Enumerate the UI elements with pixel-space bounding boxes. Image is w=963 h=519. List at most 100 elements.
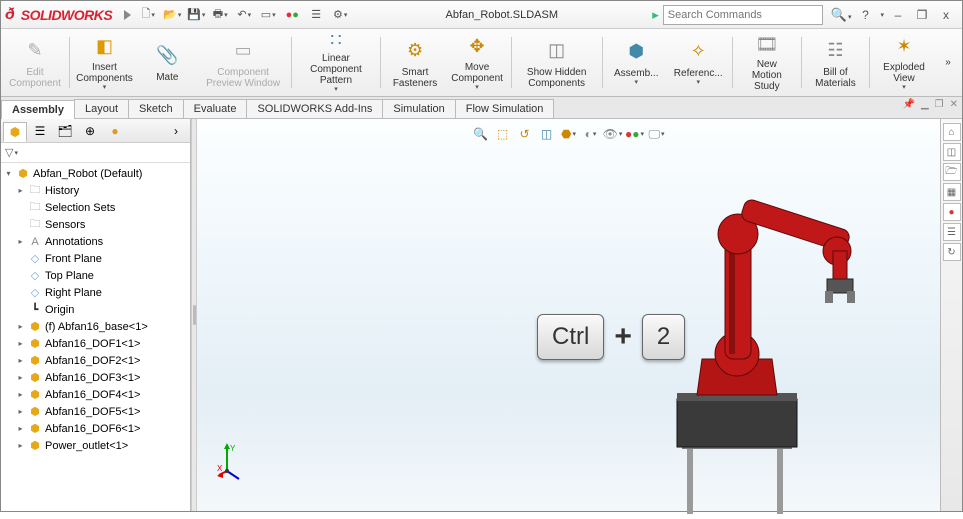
expand-icon[interactable] bbox=[15, 270, 26, 281]
doc-close-icon[interactable]: ✕ bbox=[950, 99, 958, 110]
expand-icon[interactable] bbox=[15, 219, 26, 230]
tree-item[interactable]: 🗀Selection Sets bbox=[1, 199, 190, 216]
component-preview-button[interactable]: ▭ Component Preview Window bbox=[199, 31, 287, 94]
expand-icon[interactable]: ▸ bbox=[15, 389, 26, 400]
panel-expand-icon[interactable]: › bbox=[164, 121, 188, 141]
save-button[interactable]: 💾▾ bbox=[185, 5, 207, 25]
search-toggle-icon[interactable]: ▸ bbox=[652, 7, 659, 23]
tree-item[interactable]: ▸AAnnotations bbox=[1, 233, 190, 250]
section-view-icon[interactable]: ◫ bbox=[538, 125, 556, 143]
display-style-icon[interactable]: ◐▾ bbox=[582, 125, 600, 143]
tab-sketch[interactable]: Sketch bbox=[128, 99, 184, 118]
expand-icon[interactable] bbox=[15, 253, 26, 264]
hide-show-icon[interactable]: 👁▾ bbox=[604, 125, 622, 143]
print-button[interactable]: 🖶▾ bbox=[209, 5, 231, 25]
tp-appearances-icon[interactable]: ● bbox=[943, 203, 961, 221]
minimize-button[interactable]: – bbox=[888, 8, 908, 22]
help-button[interactable]: ? bbox=[855, 8, 875, 22]
zoom-area-icon[interactable]: ⬚ bbox=[494, 125, 512, 143]
tree-item[interactable]: ◇Front Plane bbox=[1, 250, 190, 267]
tab-layout[interactable]: Layout bbox=[74, 99, 129, 118]
new-doc-button[interactable]: 🗋▾ bbox=[137, 5, 159, 25]
tree-root[interactable]: ▾ ⬢ Abfan_Robot (Default) bbox=[1, 165, 190, 182]
apply-scene-icon[interactable]: 🖵▾ bbox=[648, 125, 666, 143]
assembly-features-button[interactable]: ⬢ Assemb...▾ bbox=[606, 31, 666, 94]
show-hidden-button[interactable]: ◫ Show Hidden Components bbox=[516, 31, 598, 94]
tab-flow-simulation[interactable]: Flow Simulation bbox=[455, 99, 555, 118]
edit-component-button[interactable]: ✎ Edit Component bbox=[5, 31, 65, 94]
view-orientation-icon[interactable]: ⬣▾ bbox=[560, 125, 578, 143]
tp-custom-props-icon[interactable]: ☰ bbox=[943, 223, 961, 241]
new-motion-study-button[interactable]: 🎞 New Motion Study bbox=[737, 31, 797, 94]
expand-icon[interactable]: ▸ bbox=[15, 440, 26, 451]
tree-item[interactable]: ▸⬢(f) Abfan16_base<1> bbox=[1, 318, 190, 335]
tp-library-icon[interactable]: 🗁 bbox=[943, 163, 961, 181]
tree-filter-bar[interactable]: ▽▾ bbox=[1, 143, 190, 163]
ribbon-overflow-icon[interactable]: » bbox=[938, 31, 958, 94]
tree-item[interactable]: ┗Origin bbox=[1, 301, 190, 318]
previous-view-icon[interactable]: ↺ bbox=[516, 125, 534, 143]
tp-home-icon[interactable]: ⌂ bbox=[943, 123, 961, 141]
select-button[interactable]: ▭▾ bbox=[257, 5, 279, 25]
tree-item[interactable]: ▸⬢Abfan16_DOF5<1> bbox=[1, 403, 190, 420]
tree-item[interactable]: ▸⬢Abfan16_DOF2<1> bbox=[1, 352, 190, 369]
smart-fasteners-button[interactable]: ⚙ Smart Fasteners bbox=[385, 31, 445, 94]
mate-button[interactable]: 📎 Mate bbox=[137, 31, 197, 94]
expand-icon[interactable] bbox=[15, 202, 26, 213]
expand-icon[interactable] bbox=[15, 287, 26, 298]
open-doc-button[interactable]: 📂▾ bbox=[161, 5, 183, 25]
tree-item[interactable]: ▸⬢Abfan16_DOF3<1> bbox=[1, 369, 190, 386]
tab-evaluate[interactable]: Evaluate bbox=[183, 99, 248, 118]
restore-button[interactable]: ❐ bbox=[912, 8, 932, 22]
rebuild-button[interactable]: ●● bbox=[281, 5, 303, 25]
tab-addins[interactable]: SOLIDWORKS Add-Ins bbox=[246, 99, 383, 118]
move-component-button[interactable]: ✥ Move Component▾ bbox=[447, 31, 507, 94]
tp-resources-icon[interactable]: ◫ bbox=[943, 143, 961, 161]
tree-item[interactable]: ▸⬢Abfan16_DOF1<1> bbox=[1, 335, 190, 352]
reference-geometry-button[interactable]: ✧ Referenc...▾ bbox=[668, 31, 728, 94]
tree-item[interactable]: 🗀Sensors bbox=[1, 216, 190, 233]
edit-appearance-icon[interactable]: ●●▾ bbox=[626, 125, 644, 143]
collapse-icon[interactable]: ▾ bbox=[3, 168, 14, 179]
expand-icon[interactable]: ▸ bbox=[15, 321, 26, 332]
tree-item[interactable]: ▸🗀History bbox=[1, 182, 190, 199]
feature-manager-tab[interactable]: ⬢ bbox=[3, 122, 27, 142]
expand-icon[interactable]: ▸ bbox=[15, 236, 26, 247]
tp-forum-icon[interactable]: ↻ bbox=[943, 243, 961, 261]
tree-item[interactable]: ▸⬢Abfan16_DOF6<1> bbox=[1, 420, 190, 437]
search-commands-box[interactable] bbox=[663, 5, 823, 25]
exploded-view-button[interactable]: ✶ Exploded View▾ bbox=[874, 31, 934, 94]
doc-min-icon[interactable]: ▁ bbox=[921, 99, 929, 110]
expand-icon[interactable]: ▸ bbox=[15, 185, 26, 196]
pin-icon[interactable]: 📌 bbox=[902, 99, 914, 110]
options-button[interactable]: ☰ bbox=[305, 5, 327, 25]
search-input[interactable] bbox=[664, 9, 822, 21]
undo-button[interactable]: ↶▾ bbox=[233, 5, 255, 25]
dimxpert-manager-tab[interactable]: ⊕ bbox=[78, 121, 102, 141]
expand-icon[interactable]: ▸ bbox=[15, 338, 26, 349]
tp-view-palette-icon[interactable]: ▦ bbox=[943, 183, 961, 201]
configuration-manager-tab[interactable]: 🗂 bbox=[53, 121, 77, 141]
graphics-viewport[interactable]: 🔍 ⬚ ↺ ◫ ⬣▾ ◐▾ 👁▾ ●●▾ 🖵▾ bbox=[197, 119, 940, 511]
bom-button[interactable]: ☷ Bill of Materials bbox=[805, 31, 865, 94]
expand-icon[interactable]: ▸ bbox=[15, 372, 26, 383]
tree-item[interactable]: ◇Top Plane bbox=[1, 267, 190, 284]
property-manager-tab[interactable]: ☰ bbox=[28, 121, 52, 141]
tab-assembly[interactable]: Assembly bbox=[1, 100, 75, 119]
expand-icon[interactable]: ▸ bbox=[15, 406, 26, 417]
insert-components-button[interactable]: ◧ Insert Components▾ bbox=[74, 31, 136, 94]
flyout-icon[interactable] bbox=[124, 10, 131, 20]
settings-button[interactable]: ⚙▾ bbox=[329, 5, 351, 25]
expand-icon[interactable]: ▸ bbox=[15, 355, 26, 366]
feature-tree[interactable]: ▾ ⬢ Abfan_Robot (Default) ▸🗀History🗀Sele… bbox=[1, 163, 190, 511]
linear-pattern-button[interactable]: ∷ Linear Component Pattern▾ bbox=[295, 31, 376, 94]
expand-icon[interactable]: ▸ bbox=[15, 423, 26, 434]
tree-item[interactable]: ◇Right Plane bbox=[1, 284, 190, 301]
expand-icon[interactable] bbox=[15, 304, 26, 315]
display-manager-tab[interactable]: ● bbox=[103, 121, 127, 141]
orientation-triad[interactable]: Y X bbox=[217, 441, 257, 481]
tab-simulation[interactable]: Simulation bbox=[382, 99, 455, 118]
tree-item[interactable]: ▸⬢Power_outlet<1> bbox=[1, 437, 190, 454]
zoom-fit-icon[interactable]: 🔍 bbox=[472, 125, 490, 143]
close-button[interactable]: x bbox=[936, 8, 956, 22]
